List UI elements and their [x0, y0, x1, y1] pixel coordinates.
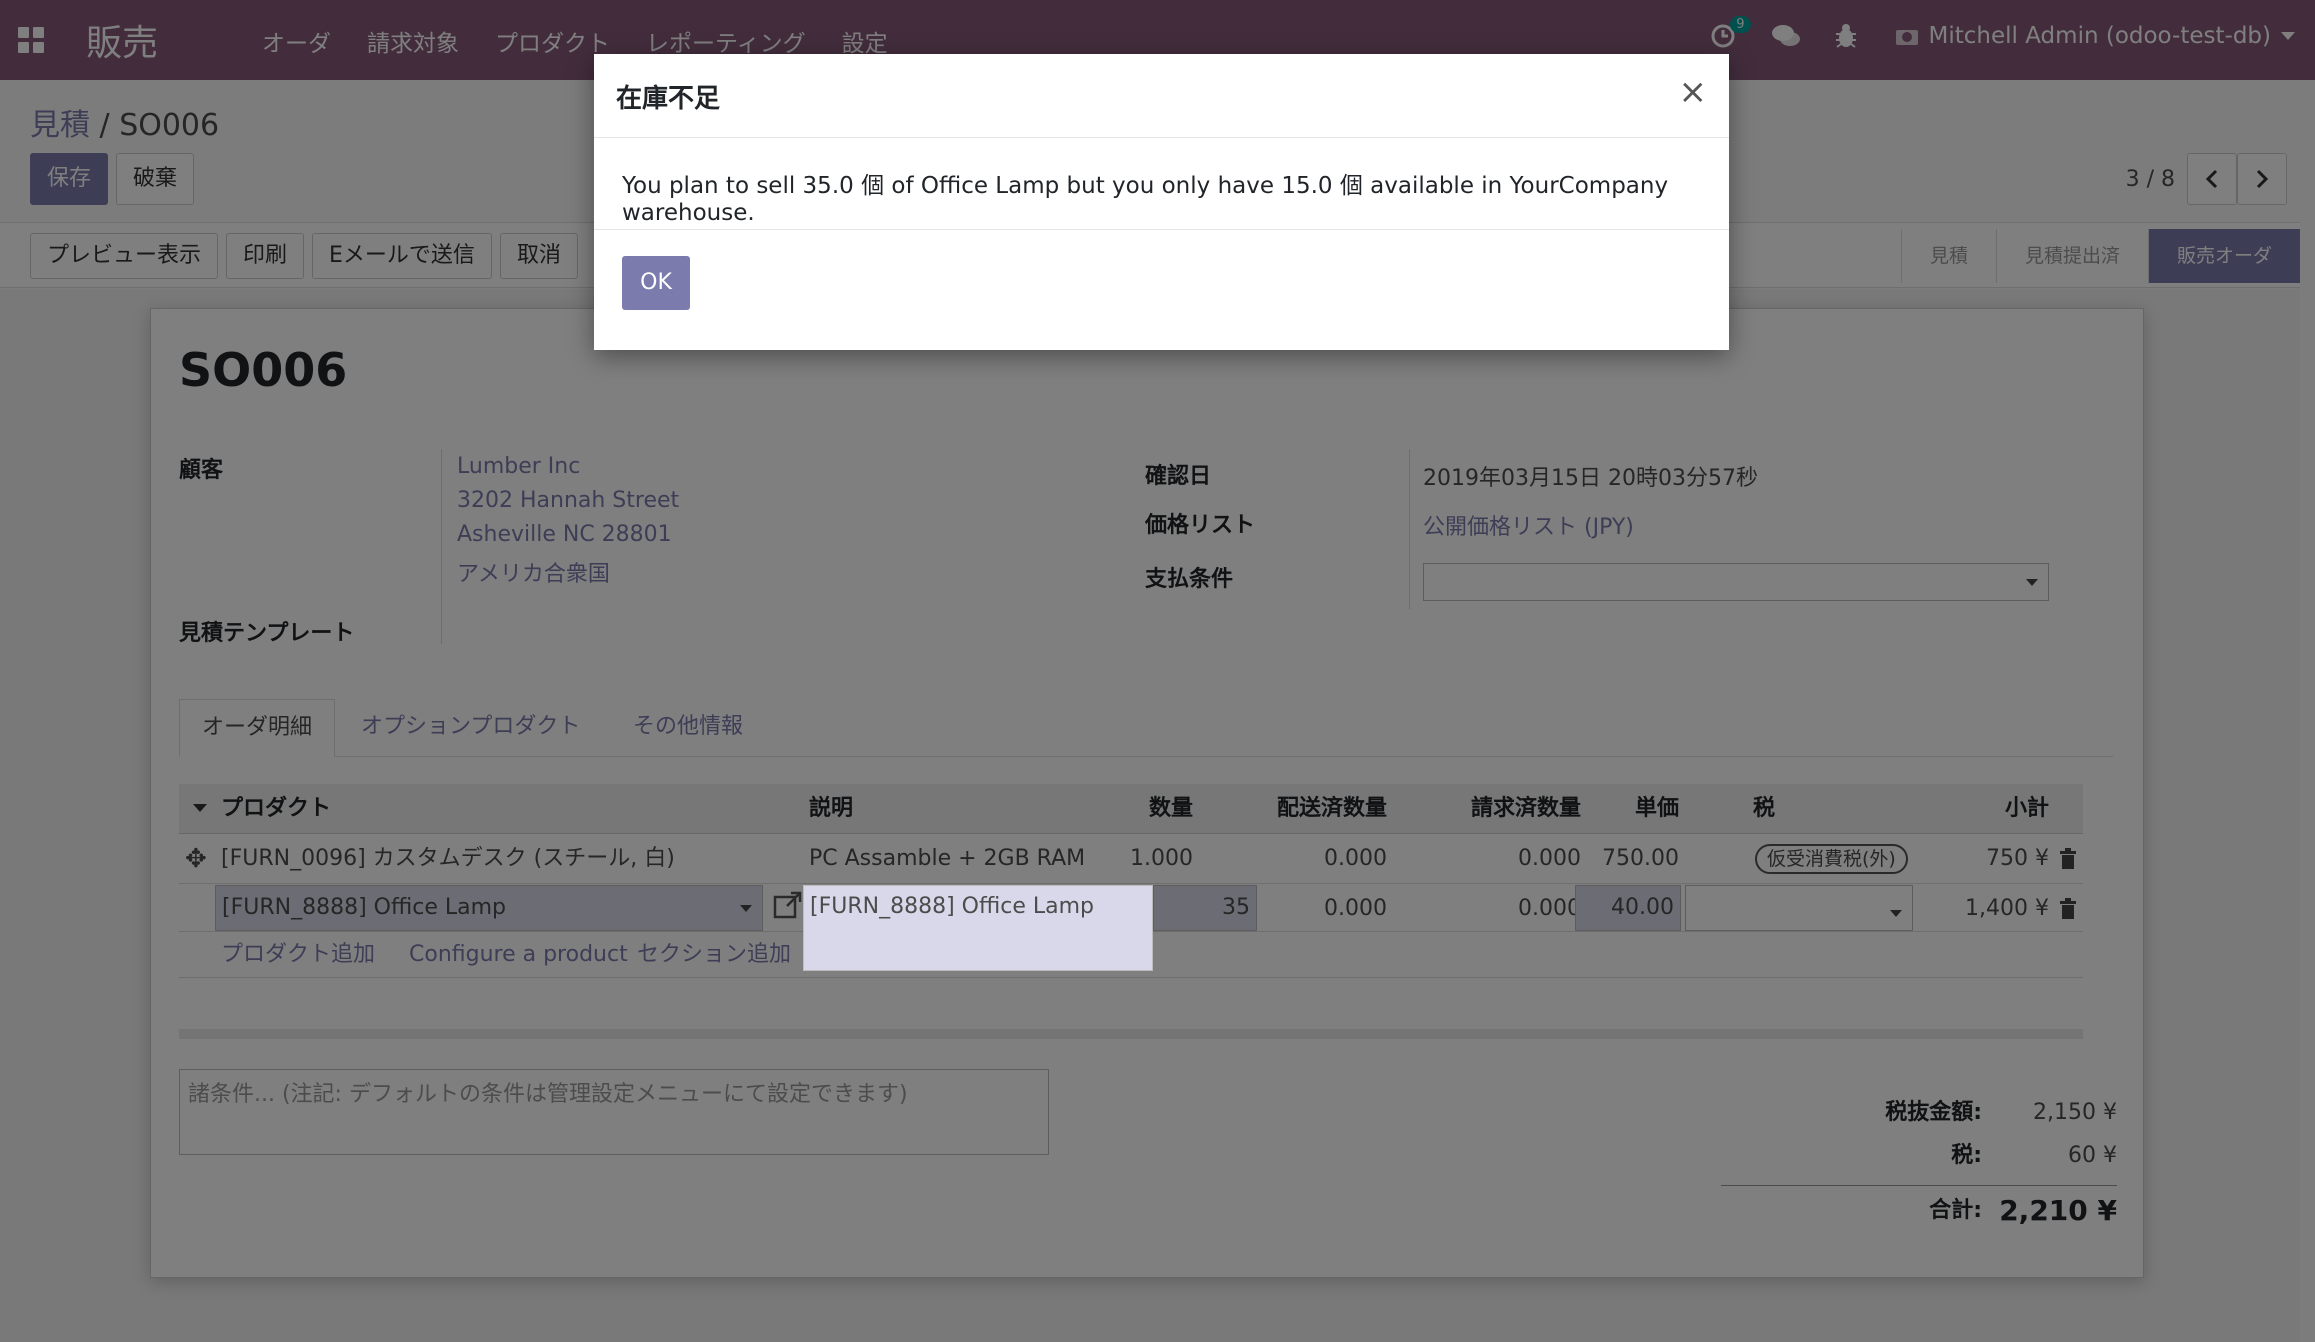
dialog-title: 在庫不足: [616, 84, 721, 114]
description-textarea[interactable]: [FURN_8888] Office Lamp: [803, 885, 1153, 971]
dialog-message: You plan to sell 35.0 個 of Office Lamp b…: [622, 173, 1669, 226]
warning-dialog: 在庫不足 × You plan to sell 35.0 個 of Office…: [594, 54, 1729, 350]
ok-button[interactable]: OK: [622, 256, 690, 310]
description-value: [FURN_8888] Office Lamp: [810, 894, 1094, 919]
close-icon[interactable]: ×: [1679, 72, 1708, 112]
dialog-footer: OK: [594, 230, 1729, 348]
dialog-header: 在庫不足 ×: [594, 54, 1729, 138]
dialog-body: You plan to sell 35.0 個 of Office Lamp b…: [594, 138, 1729, 230]
